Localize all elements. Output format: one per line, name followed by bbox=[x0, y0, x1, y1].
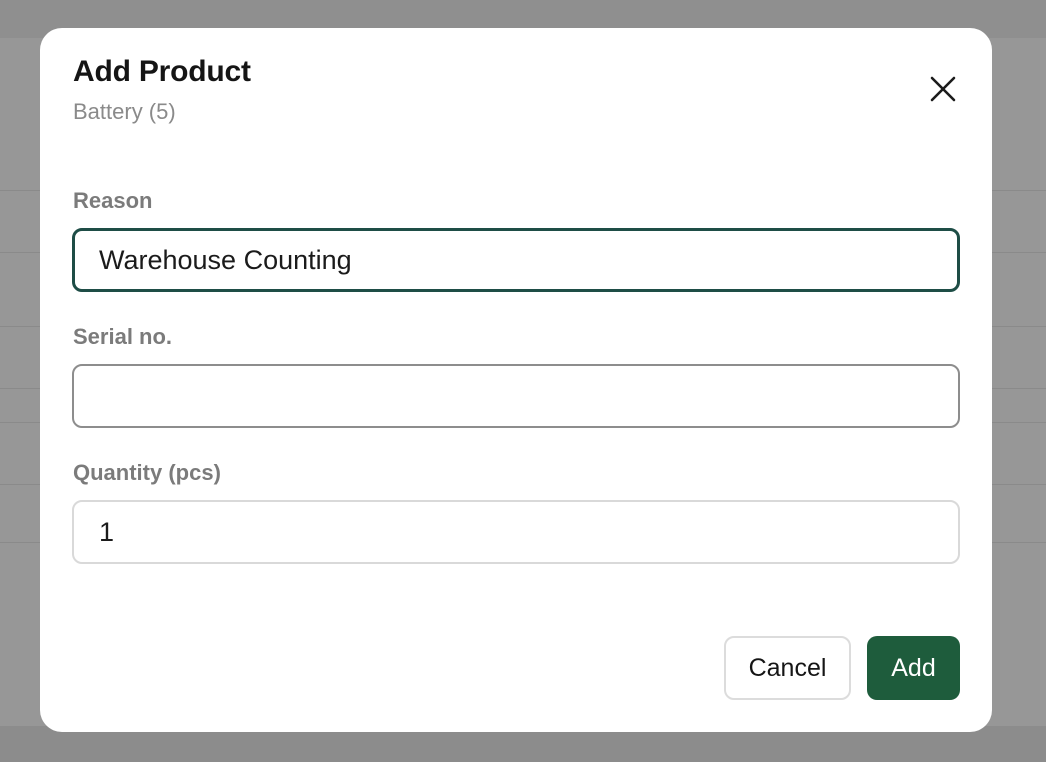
quantity-input[interactable] bbox=[72, 500, 960, 564]
cancel-button[interactable]: Cancel bbox=[724, 636, 851, 700]
dialog-subtitle: Battery (5) bbox=[73, 99, 176, 124]
add-product-dialog: Add Product Battery (5) Reason Serial no… bbox=[40, 28, 992, 732]
serial-input[interactable] bbox=[72, 364, 960, 428]
close-icon bbox=[930, 76, 956, 102]
serial-label: Serial no. bbox=[73, 324, 173, 349]
dialog-title: Add Product bbox=[73, 55, 251, 88]
quantity-label: Quantity (pcs) bbox=[73, 460, 221, 485]
reason-label: Reason bbox=[73, 188, 153, 213]
close-button[interactable] bbox=[924, 70, 962, 108]
add-button[interactable]: Add bbox=[867, 636, 960, 700]
reason-input[interactable] bbox=[72, 228, 960, 292]
